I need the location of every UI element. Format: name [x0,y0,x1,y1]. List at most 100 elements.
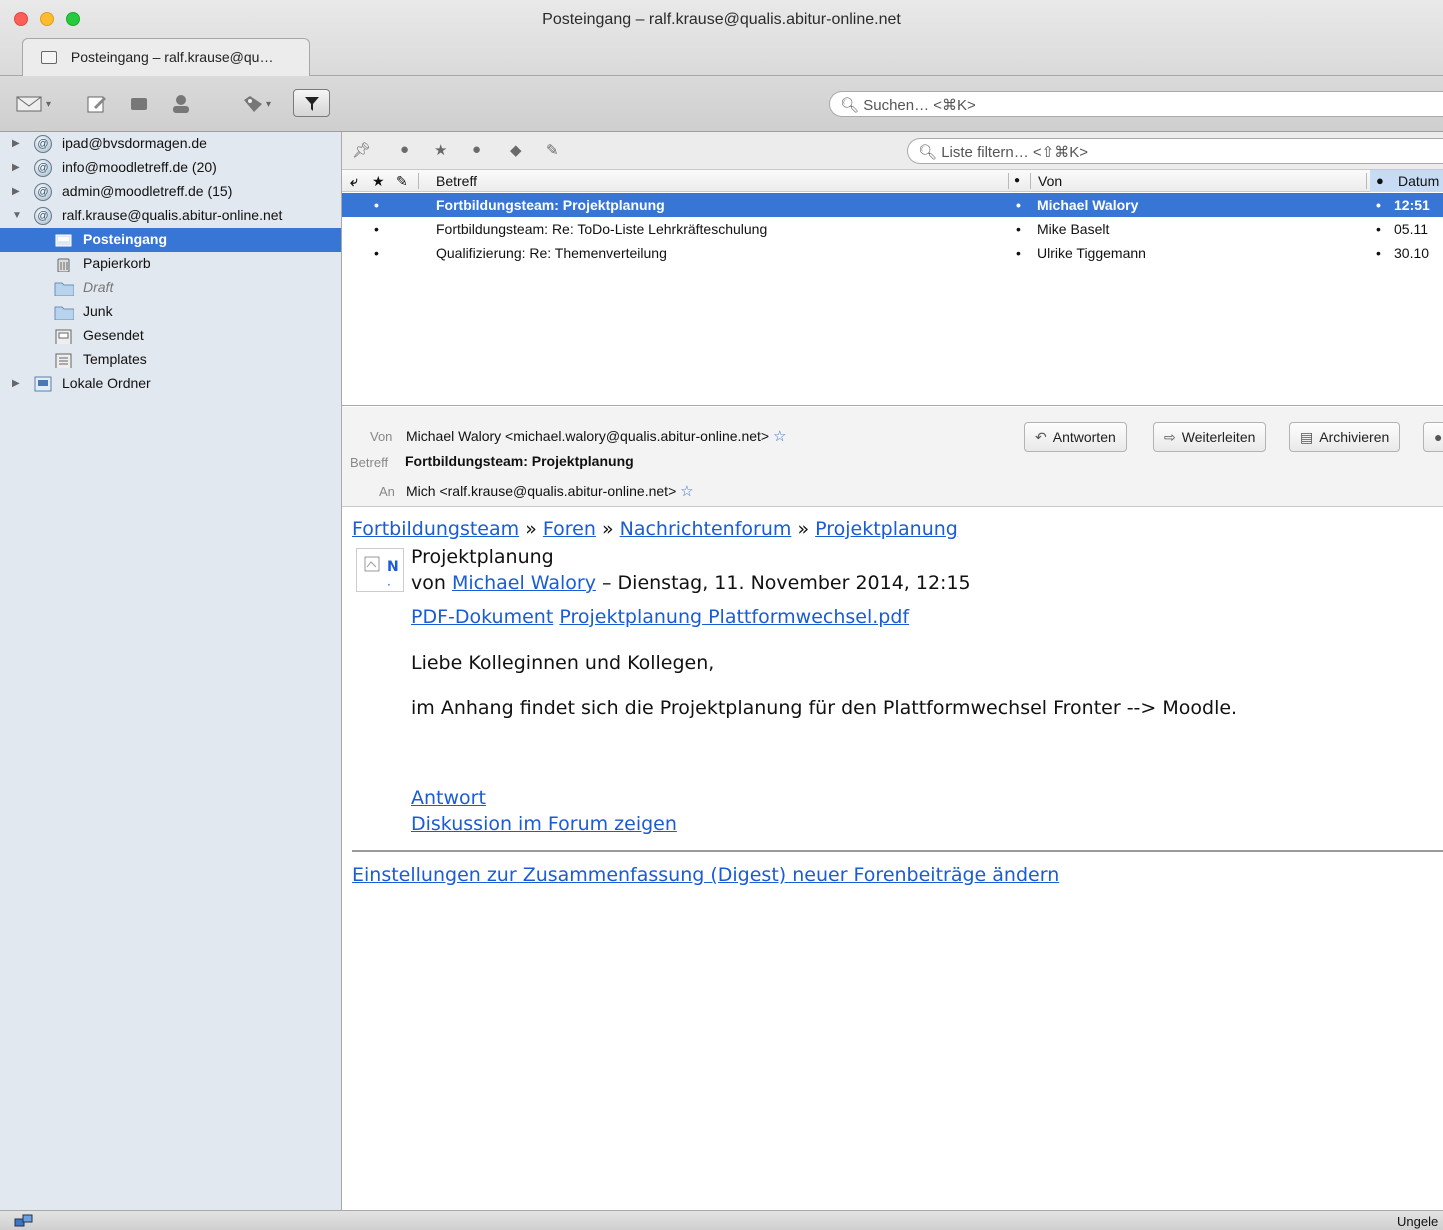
inbox-icon [55,234,72,247]
global-search-input[interactable]: 🔍︎ Suchen… <⌘K> [829,91,1443,117]
from-value[interactable]: Michael Walory <michael.walory@qualis.ab… [406,427,786,445]
mail-account-icon: @ [34,135,52,153]
account-label: Lokale Ordner [62,375,151,391]
expand-twisty-icon[interactable]: ▶ [12,186,20,197]
tag-button[interactable]: ▾ [242,92,271,116]
folder-templates[interactable]: Templates [0,348,341,372]
account-row-ralf[interactable]: ▼ @ ralf.krause@qualis.abitur-online.net [0,204,341,228]
folder-label: Junk [83,303,113,319]
forward-arrow-icon: ⇨ [1164,429,1176,445]
account-row-admin[interactable]: ▶ @ admin@moodletreff.de (15) [0,180,341,204]
account-label: ralf.krause@qualis.abitur-online.net [62,207,283,223]
expand-twisty-icon[interactable]: ▶ [12,378,20,389]
contact-filter-icon[interactable]: ● [472,141,481,158]
breadcrumb: Fortbildungsteam » Foren » Nachrichtenfo… [352,518,958,540]
list-filter-placeholder: Liste filtern… <⇧⌘K> [941,144,1089,161]
archive-box-icon: ▤ [1300,429,1314,445]
account-row-local-folders[interactable]: ▶ Lokale Ordner [0,372,341,396]
tab-inbox[interactable]: Posteingang – ralf.krause@qu… [22,38,310,76]
reply-button[interactable]: ↶ Antworten [1024,422,1127,452]
to-value[interactable]: Mich <ralf.krause@qualis.abitur-online.n… [406,482,694,500]
breadcrumb-link[interactable]: Fortbildungsteam [352,518,519,540]
window-chrome: Posteingang – ralf.krause@qualis.abitur-… [0,0,1443,132]
junk-dot: • [1376,221,1381,237]
expand-twisty-icon[interactable]: ▶ [12,162,20,173]
account-row-info[interactable]: ▶ @ info@moodletreff.de (20) [0,156,341,180]
window-title: Posteingang – ralf.krause@qualis.abitur-… [542,11,901,28]
templates-icon [55,353,72,368]
attachment-link[interactable]: Projektplanung Plattformwechsel.pdf [559,606,909,628]
contact-icon [173,95,189,113]
message-from: Michael Walory [1037,197,1139,213]
read-dot: • [1016,245,1021,261]
star-contact-icon[interactable]: ☆ [773,428,786,445]
breadcrumb-link[interactable]: Foren [543,518,596,540]
quick-filter-button[interactable] [293,89,330,117]
junk-column-icon: ● [1376,173,1384,188]
write-button[interactable] [86,92,108,116]
attachment-type-link[interactable]: PDF-Dokument [411,606,553,628]
breadcrumb-link[interactable]: Nachrichtenforum [620,518,792,540]
online-status-icon[interactable] [14,1213,34,1229]
account-label: info@moodletreff.de (20) [62,159,217,175]
subject-column-header[interactable]: Betreff [436,173,477,189]
star-column-icon[interactable]: ★ [372,173,385,190]
folder-gesendet[interactable]: Gesendet [0,324,341,348]
folder-draft[interactable]: Draft [0,276,341,300]
chat-button[interactable] [128,92,150,116]
divider [352,850,1443,852]
address-book-button[interactable] [170,92,192,116]
flame-icon: ● [1434,429,1443,445]
chevron-down-icon: ▾ [46,98,52,110]
subject-value: Fortbildungsteam: Projektplanung [405,453,634,469]
pin-icon[interactable]: 📌︎ [352,141,371,159]
list-filter-input[interactable]: 🔍︎ Liste filtern… <⇧⌘K> [907,138,1443,164]
date-column-header[interactable]: ● Datum [1370,170,1443,192]
attachment-column-icon[interactable]: ✎ [396,173,408,190]
expand-twisty-icon[interactable]: ▶ [12,138,20,149]
post-byline: von Michael Walory – Dienstag, 11. Novem… [411,572,971,594]
message-date: 30.10 [1394,245,1430,261]
get-mail-button[interactable]: ▾ [16,92,51,116]
to-label: An [379,484,395,499]
message-row[interactable]: • Fortbildungsteam: Projektplanung • Mic… [342,193,1443,217]
search-placeholder: Suchen… <⌘K> [863,97,976,114]
folder-junk[interactable]: Junk [0,300,341,324]
search-icon: 🔍︎ [840,97,860,114]
read-column-icon[interactable]: ● [1014,175,1020,186]
subject-label: Betreff [350,455,389,470]
collapse-twisty-icon[interactable]: ▼ [12,210,22,221]
reply-link[interactable]: Antwort [411,787,486,809]
junk-button[interactable]: ● [1423,422,1443,452]
breadcrumb-link[interactable]: Projektplanung [815,518,958,540]
message-row[interactable]: • Qualifizierung: Re: Themenverteilung •… [342,241,1443,265]
author-link[interactable]: Michael Walory [452,572,596,594]
folder-posteingang[interactable]: Posteingang [0,228,341,252]
status-bar: Ungele [0,1210,1443,1230]
column-separator [1366,173,1367,189]
tag-filter-icon[interactable]: ◆ [510,141,522,159]
post-date: – Dienstag, 11. November 2014, 12:15 [602,572,971,594]
unread-filter-icon[interactable]: ● [400,141,409,158]
message-from: Mike Baselt [1037,221,1110,237]
message-date: 05.11 [1394,221,1428,237]
digest-settings-link[interactable]: Einstellungen zur Zusammenfassung (Diges… [352,864,1059,886]
attachment-filter-icon[interactable]: ✎ [546,141,559,159]
chevron-down-icon: ▾ [266,98,272,110]
unread-dot: • [374,221,379,237]
star-filter-icon[interactable]: ★ [434,141,447,159]
forward-button[interactable]: ⇨ Weiterleiten [1153,422,1267,452]
quick-filter-bar: 📌︎ ● ★ ● ◆ ✎ 🔍︎ Liste filtern… <⇧⌘K> [342,132,1443,170]
discussion-link[interactable]: Diskussion im Forum zeigen [411,813,677,835]
folder-papierkorb[interactable]: Papierkorb [0,252,341,276]
message-row[interactable]: • Fortbildungsteam: Re: ToDo-Liste Lehrk… [342,217,1443,241]
thread-column-icon[interactable]: ⤶ [350,173,358,190]
mail-account-icon: @ [34,207,52,225]
account-row-ipad[interactable]: ▶ @ ipad@bvsdormagen.de [0,132,341,156]
title-bar: Posteingang – ralf.krause@qualis.abitur-… [0,0,1443,38]
status-text: Ungele [1397,1214,1439,1229]
from-column-header[interactable]: Von [1038,173,1062,189]
archive-button[interactable]: ▤ Archivieren [1289,422,1401,452]
from-label: Von [370,429,393,444]
star-contact-icon[interactable]: ☆ [680,483,693,500]
